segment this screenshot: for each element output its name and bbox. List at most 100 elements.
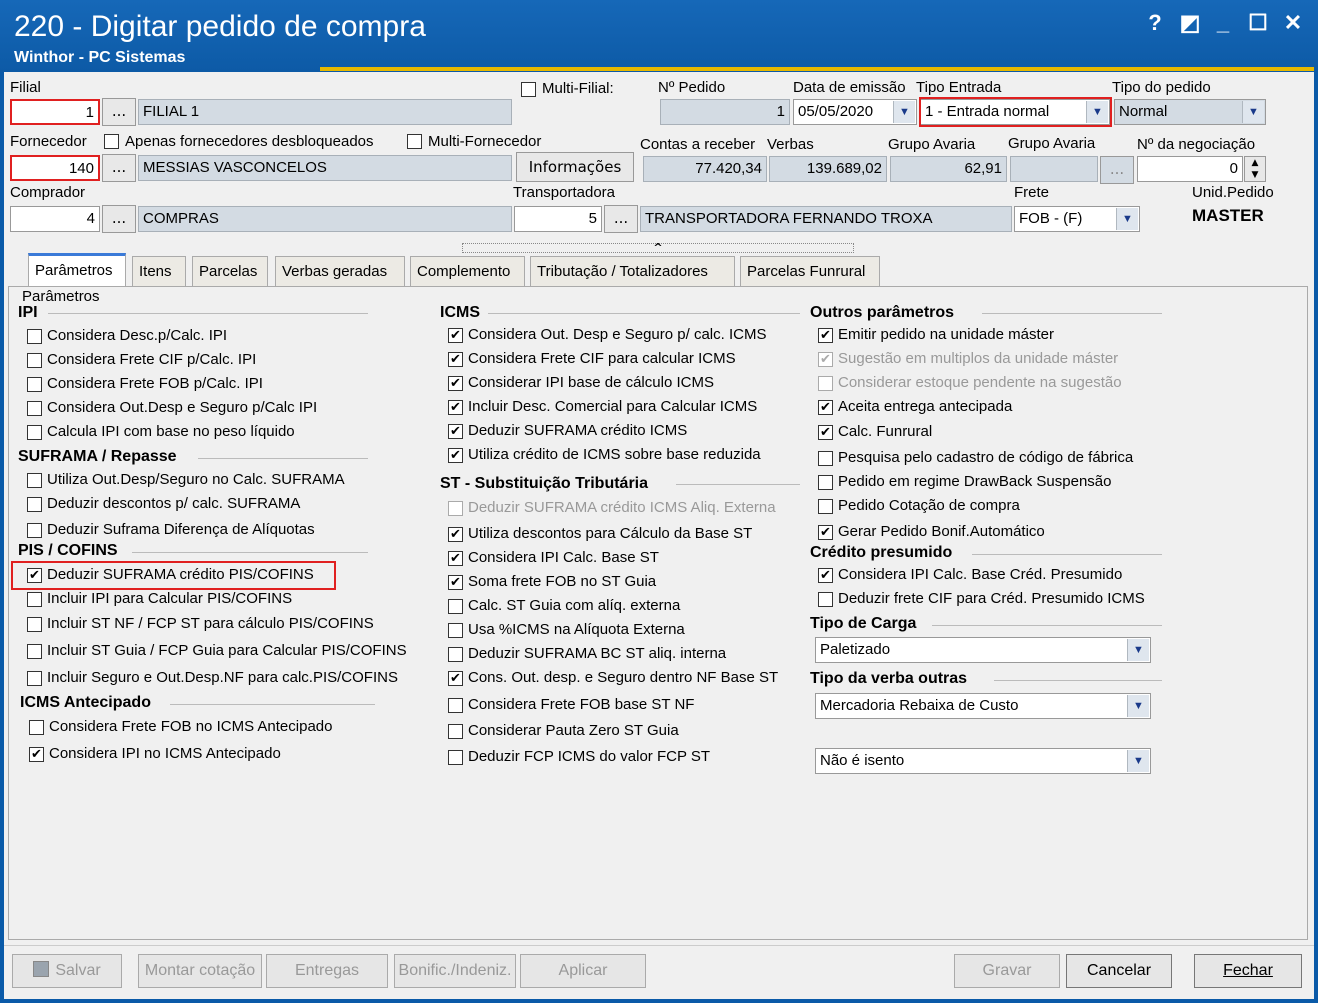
negociacao-input[interactable]: 0 bbox=[1137, 156, 1243, 182]
st-checkbox-5[interactable] bbox=[448, 623, 463, 638]
outros-checkbox-label-3: Aceita entrega antecipada bbox=[838, 398, 1013, 415]
salvar-button[interactable]: Salvar bbox=[12, 954, 122, 988]
st-checkbox-7[interactable]: ✔ bbox=[448, 671, 463, 686]
tab-complemento[interactable]: Complemento bbox=[410, 256, 525, 286]
fornecedor-code-input[interactable]: 140 bbox=[10, 155, 100, 181]
credito-checkbox-0[interactable]: ✔ bbox=[818, 568, 833, 583]
ipi-checkbox-2[interactable] bbox=[27, 377, 42, 392]
chevron-down-icon[interactable]: ▼ bbox=[1127, 639, 1149, 661]
apenas-desbloqueados-checkbox[interactable] bbox=[104, 134, 119, 149]
comprador-search-button[interactable]: ... bbox=[102, 205, 136, 233]
tipo-pedido-select[interactable]: Normal ▼ bbox=[1114, 99, 1266, 125]
informacoes-button[interactable]: Informações bbox=[516, 152, 634, 182]
st-checkbox-4[interactable] bbox=[448, 599, 463, 614]
close-icon[interactable]: ✕ bbox=[1278, 8, 1308, 38]
tab-parcelas-funrural[interactable]: Parcelas Funrural bbox=[740, 256, 880, 286]
maximize-icon[interactable]: ☐ bbox=[1243, 8, 1273, 38]
outros-checkbox-8[interactable]: ✔ bbox=[818, 525, 833, 540]
outros-checkbox-6[interactable] bbox=[818, 475, 833, 490]
filial-code-input[interactable]: 1 bbox=[10, 99, 100, 125]
credito-checkbox-1[interactable] bbox=[818, 592, 833, 607]
multi-filial-checkbox[interactable] bbox=[521, 82, 536, 97]
cancelar-button[interactable]: Cancelar bbox=[1066, 954, 1172, 988]
multi-fornecedor-checkbox[interactable] bbox=[407, 134, 422, 149]
ipi-checkbox-1[interactable] bbox=[27, 353, 42, 368]
aplicar-button[interactable]: Aplicar bbox=[520, 954, 646, 988]
transportadora-code-input[interactable]: 5 bbox=[514, 206, 602, 232]
grupo-avaria-search-button[interactable]: ... bbox=[1100, 156, 1134, 184]
ipi-checkbox-0[interactable] bbox=[27, 329, 42, 344]
pis-checkbox-0[interactable]: ✔ bbox=[27, 568, 42, 583]
suframa-checkbox-2[interactable] bbox=[27, 523, 42, 538]
tab-itens[interactable]: Itens bbox=[132, 256, 186, 286]
suframa-checkbox-0[interactable] bbox=[27, 473, 42, 488]
negociacao-spinner[interactable]: ▲ ▼ bbox=[1244, 156, 1266, 182]
tipo-verba-select[interactable]: Mercadoria Rebaixa de Custo ▼ bbox=[815, 693, 1151, 719]
tab-verbas-geradas[interactable]: Verbas geradas bbox=[275, 256, 405, 286]
outros-checkbox-4[interactable]: ✔ bbox=[818, 425, 833, 440]
icms_ant-checkbox-1[interactable]: ✔ bbox=[29, 747, 44, 762]
montar-cotacao-button[interactable]: Montar cotação bbox=[138, 954, 262, 988]
outros-checkbox-5[interactable] bbox=[818, 451, 833, 466]
chevron-down-icon[interactable]: ▼ bbox=[1127, 695, 1149, 717]
collapse-icon[interactable]: ^ bbox=[653, 241, 662, 254]
st-checkbox-0[interactable] bbox=[448, 501, 463, 516]
comprador-code-input[interactable]: 4 bbox=[10, 206, 100, 232]
pis-checkbox-2[interactable] bbox=[27, 617, 42, 632]
isencao-select[interactable]: Não é isento ▼ bbox=[815, 748, 1151, 774]
accent-bar bbox=[320, 67, 1314, 71]
outros-checkbox-0[interactable]: ✔ bbox=[818, 328, 833, 343]
ipi-checkbox-4[interactable] bbox=[27, 425, 42, 440]
transportadora-search-button[interactable]: ... bbox=[604, 205, 638, 233]
outros-checkbox-label-5: Pesquisa pelo cadastro de código de fábr… bbox=[838, 449, 1134, 466]
outros-checkbox-1[interactable]: ✔ bbox=[818, 352, 833, 367]
st-checkbox-2[interactable]: ✔ bbox=[448, 551, 463, 566]
data-emissao-picker[interactable]: 05/05/2020 ▼ bbox=[793, 99, 917, 125]
st-checkbox-3[interactable]: ✔ bbox=[448, 575, 463, 590]
icms-checkbox-3[interactable]: ✔ bbox=[448, 400, 463, 415]
divider bbox=[676, 484, 800, 485]
st-checkbox-9[interactable] bbox=[448, 724, 463, 739]
tab-parametros[interactable]: Parâmetros bbox=[28, 253, 126, 286]
icms-checkbox-4[interactable]: ✔ bbox=[448, 424, 463, 439]
gravar-button[interactable]: Gravar bbox=[954, 954, 1060, 988]
fechar-button[interactable]: Fechar bbox=[1194, 954, 1302, 988]
tipo-carga-select[interactable]: Paletizado ▼ bbox=[815, 637, 1151, 663]
chevron-down-icon[interactable]: ▼ bbox=[1127, 750, 1149, 772]
st-checkbox-10[interactable] bbox=[448, 750, 463, 765]
bonific-indeniz-button[interactable]: Bonific./Indeniz. bbox=[394, 954, 516, 988]
pis-checkbox-1[interactable] bbox=[27, 592, 42, 607]
minimize-icon[interactable]: _ bbox=[1208, 8, 1238, 38]
icms-checkbox-5[interactable]: ✔ bbox=[448, 448, 463, 463]
filial-search-button[interactable]: ... bbox=[102, 98, 136, 126]
unid-pedido-value: MASTER bbox=[1192, 206, 1264, 225]
outros-checkbox-3[interactable]: ✔ bbox=[818, 400, 833, 415]
st-checkbox-1[interactable]: ✔ bbox=[448, 527, 463, 542]
pis-checkbox-4[interactable] bbox=[27, 671, 42, 686]
tab-parcelas[interactable]: Parcelas bbox=[192, 256, 268, 286]
outros-checkbox-2[interactable] bbox=[818, 376, 833, 391]
chevron-down-icon[interactable]: ▼ bbox=[893, 101, 915, 123]
nro-pedido-field: 1 bbox=[660, 99, 790, 125]
st-checkbox-6[interactable] bbox=[448, 647, 463, 662]
fornecedor-search-button[interactable]: ... bbox=[102, 154, 136, 182]
tab-tributacao[interactable]: Tributação / Totalizadores bbox=[530, 256, 735, 286]
frete-select[interactable]: FOB - (F) ▼ bbox=[1014, 206, 1140, 232]
suframa-checkbox-1[interactable] bbox=[27, 497, 42, 512]
chevron-down-icon[interactable]: ▼ bbox=[1242, 101, 1264, 123]
chevron-down-icon[interactable]: ▼ bbox=[1116, 208, 1138, 230]
icms_ant-checkbox-0[interactable] bbox=[29, 720, 44, 735]
icms-checkbox-1[interactable]: ✔ bbox=[448, 352, 463, 367]
entregas-button[interactable]: Entregas bbox=[266, 954, 388, 988]
outros-checkbox-7[interactable] bbox=[818, 499, 833, 514]
st-checkbox-label-3: Soma frete FOB no ST Guia bbox=[468, 573, 657, 590]
help-icon[interactable]: ? bbox=[1140, 8, 1170, 38]
icms-checkbox-0[interactable]: ✔ bbox=[448, 328, 463, 343]
restore-icon[interactable]: ◩ bbox=[1175, 8, 1205, 38]
icms-checkbox-2[interactable]: ✔ bbox=[448, 376, 463, 391]
splitter-collapse[interactable]: ^ bbox=[462, 241, 854, 254]
st-checkbox-8[interactable] bbox=[448, 698, 463, 713]
ipi-checkbox-3[interactable] bbox=[27, 401, 42, 416]
divider bbox=[932, 625, 1162, 626]
pis-checkbox-3[interactable] bbox=[27, 644, 42, 659]
